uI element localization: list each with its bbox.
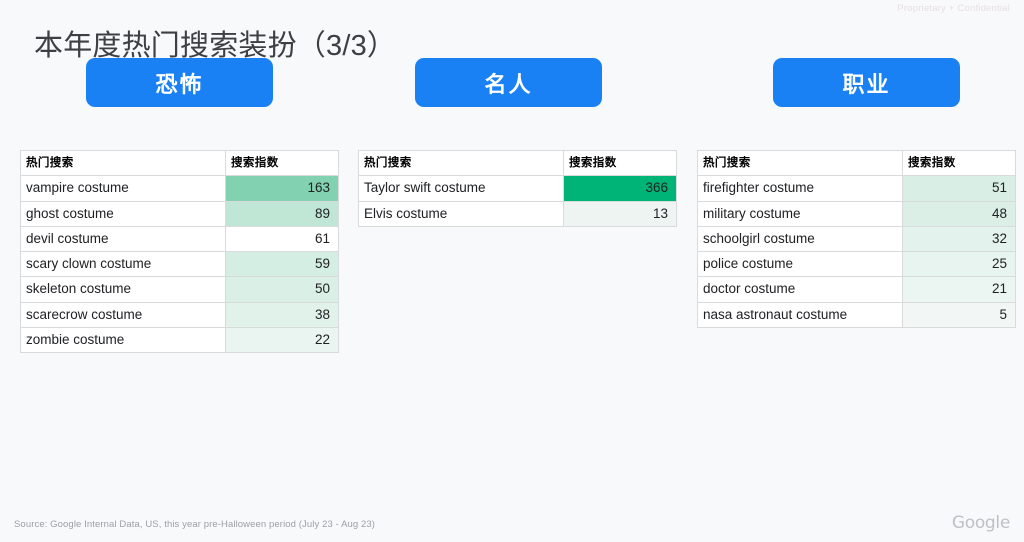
- cell-search-index: 51: [902, 175, 1016, 202]
- cell-search-term: Taylor swift costume: [358, 175, 564, 202]
- tables-area: 热门搜索 搜索指数 vampire costume 163 ghost costum…: [0, 149, 1024, 370]
- cell-search-term: military costume: [697, 200, 903, 227]
- cell-search-term: skeleton costume: [20, 276, 226, 303]
- table-row: doctor costume 21: [697, 276, 1016, 303]
- cell-search-index: 5: [902, 301, 1016, 329]
- cell-search-index: 25: [902, 251, 1016, 278]
- table-row: nasa astronaut costume 5: [697, 301, 1016, 329]
- table-row: firefighter costume 51: [697, 175, 1016, 202]
- table-header-row: 热门搜索 搜索指数: [20, 149, 339, 177]
- category-button-profession[interactable]: 职业: [773, 58, 960, 107]
- column-header-term: 热门搜索: [358, 149, 564, 177]
- cell-search-term: police costume: [697, 251, 903, 278]
- table-row: devil costume 61: [20, 225, 339, 253]
- table-row: police costume 25: [697, 251, 1016, 278]
- table-row: ghost costume 89: [20, 200, 339, 227]
- cell-search-term: doctor costume: [697, 276, 903, 303]
- google-logo: Google: [951, 513, 1010, 533]
- cell-search-term: scarecrow costume: [20, 301, 226, 329]
- cell-search-term: ghost costume: [20, 200, 226, 227]
- cell-search-index: 163: [225, 175, 339, 202]
- table-body: firefighter costume 51 military costume 48 s…: [697, 175, 1016, 329]
- table-row: zombie costume 22: [20, 327, 339, 354]
- cell-search-term: Elvis costume: [358, 200, 564, 227]
- cell-search-index: 59: [225, 251, 339, 278]
- cell-search-term: nasa astronaut costume: [697, 301, 903, 329]
- table-row: scarecrow costume 38: [20, 301, 339, 329]
- table-row: vampire costume 163: [20, 175, 339, 202]
- category-button-horror[interactable]: 恐怖: [86, 58, 273, 107]
- confidential-notice: Proprietary + Confidential: [897, 3, 1010, 14]
- table-row: scary clown costume 59: [20, 251, 339, 278]
- cell-search-index: 13: [563, 200, 677, 227]
- column-header-index: 搜索指数: [563, 149, 677, 177]
- search-table-horror: 热门搜索 搜索指数 vampire costume 163 ghost costum…: [20, 149, 339, 354]
- column-header-index: 搜索指数: [902, 149, 1016, 177]
- cell-search-index: 38: [225, 301, 339, 329]
- cell-search-term: zombie costume: [20, 327, 226, 354]
- cell-search-term: vampire costume: [20, 175, 226, 202]
- source-note: Source: Google Internal Data, US, this y…: [14, 519, 376, 530]
- cell-search-index: 21: [902, 276, 1016, 303]
- cell-search-index: 366: [563, 175, 677, 202]
- table-row: schoolgirl costume 32: [697, 225, 1016, 253]
- column-header-term: 热门搜索: [697, 149, 903, 177]
- cell-search-term: scary clown costume: [20, 251, 226, 278]
- cell-search-index: 50: [225, 276, 339, 303]
- table-row: skeleton costume 50: [20, 276, 339, 303]
- search-table-celebrity: 热门搜索 搜索指数 Taylor swift costume 366 Elvis c…: [358, 149, 677, 227]
- cell-search-index: 22: [225, 327, 339, 354]
- table-row: Elvis costume 13: [358, 200, 677, 227]
- cell-search-term: schoolgirl costume: [697, 225, 903, 253]
- cell-search-term: firefighter costume: [697, 175, 903, 202]
- category-button-celebrity[interactable]: 名人: [415, 58, 602, 107]
- table-row: military costume 48: [697, 200, 1016, 227]
- table-header-row: 热门搜索 搜索指数: [697, 149, 1016, 177]
- search-table-profession: 热门搜索 搜索指数 firefighter costume 51 military …: [697, 149, 1016, 329]
- table-body: Taylor swift costume 366 Elvis costume 13: [358, 175, 677, 227]
- table-row: Taylor swift costume 366: [358, 175, 677, 202]
- cell-search-index: 61: [225, 225, 339, 253]
- column-header-term: 热门搜索: [20, 149, 226, 177]
- cell-search-index: 89: [225, 200, 339, 227]
- cell-search-index: 48: [902, 200, 1016, 227]
- cell-search-index: 32: [902, 225, 1016, 253]
- cell-search-term: devil costume: [20, 225, 226, 253]
- category-button-group: 恐怖 名人 职业: [0, 58, 1024, 108]
- table-header-row: 热门搜索 搜索指数: [358, 149, 677, 177]
- table-body: vampire costume 163 ghost costume 89 devil c…: [20, 175, 339, 354]
- column-header-index: 搜索指数: [225, 149, 339, 177]
